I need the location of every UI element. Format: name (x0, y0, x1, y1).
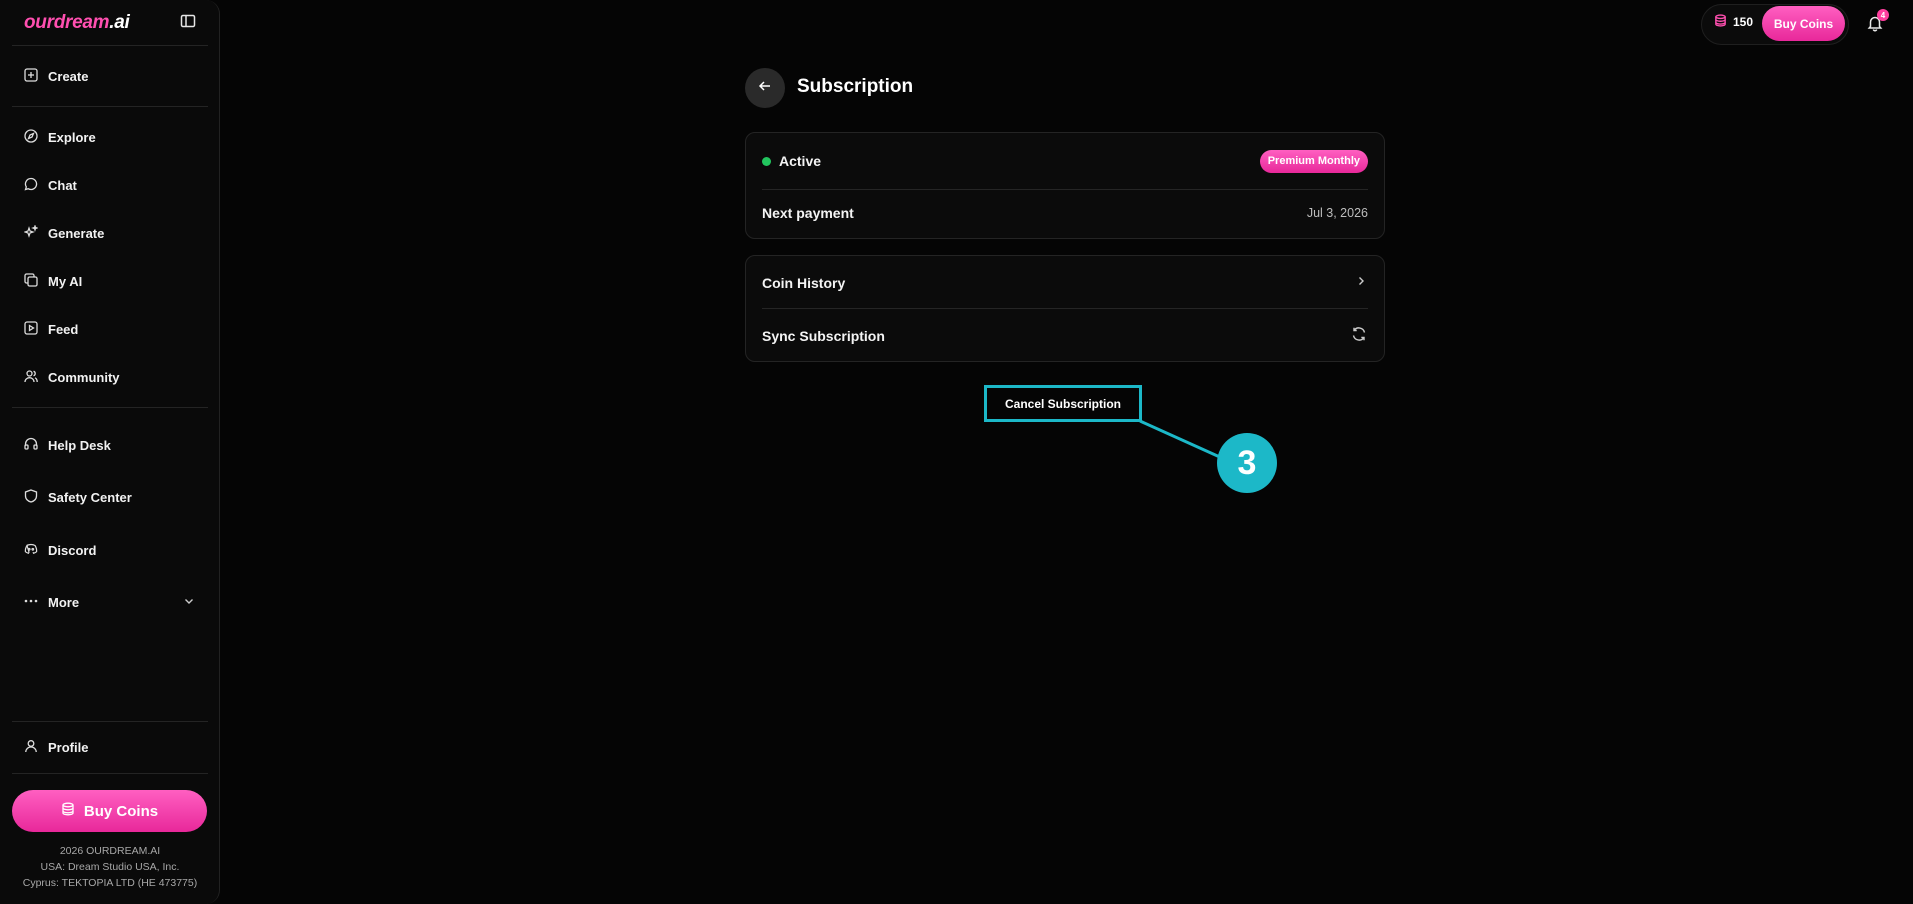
cancel-subscription-button[interactable]: Cancel Subscription (984, 385, 1142, 422)
sidebar-item-generate[interactable]: Generate (23, 223, 196, 243)
footer-line: USA: Dream Studio USA, Inc. (40, 861, 180, 873)
next-payment-row: Next payment Jul 3, 2026 (762, 203, 1368, 223)
status-label: Active (779, 153, 822, 169)
plan-badge: Premium Monthly (1259, 149, 1368, 173)
divider (12, 45, 208, 46)
coin-count: 150 (1733, 15, 1754, 29)
sidebar-item-label: Discord (48, 542, 97, 558)
back-button[interactable] (745, 68, 785, 108)
status: Active (762, 153, 821, 169)
sidebar-item-safety-center[interactable]: Safety Center (24, 487, 196, 507)
users-icon (24, 369, 38, 386)
copy-icon (24, 272, 38, 290)
sidebar-item-discord[interactable]: Discord (24, 540, 196, 560)
sidebar-item-create[interactable]: Create (24, 66, 196, 86)
sync-subscription-row[interactable]: Sync Subscription (762, 325, 1368, 347)
sidebar-item-label: Community (48, 369, 120, 385)
sparkles-icon (23, 223, 39, 242)
sidebar-item-label: Profile (48, 739, 89, 755)
sidebar-item-profile[interactable]: Profile (24, 737, 196, 757)
coins-stack-icon (61, 802, 75, 820)
sync-subscription-label: Sync Subscription (762, 328, 885, 344)
sidebar-item-label: Create (48, 68, 89, 84)
shield-icon (24, 488, 38, 506)
sidebar-item-label: Chat (48, 177, 77, 193)
sidebar-item-label: Generate (48, 225, 105, 241)
buy-coins-top-button[interactable]: Buy Coins (1762, 6, 1845, 41)
divider (762, 308, 1368, 309)
sidebar-item-feed[interactable]: Feed (24, 319, 196, 339)
divider (12, 106, 208, 107)
page-title: Subscription (797, 76, 914, 97)
buy-coins-label: Buy Coins (83, 802, 159, 820)
sidebar-item-chat[interactable]: Chat (24, 175, 196, 195)
divider (12, 407, 208, 408)
chevron-down-icon (182, 594, 196, 611)
divider (12, 773, 208, 774)
sidebar-item-my-ai[interactable]: My AI (24, 271, 196, 291)
subscription-actions-card: Coin History Sync Subscription (745, 255, 1385, 362)
refresh-icon (1350, 325, 1368, 348)
next-payment-date: Jul 3, 2026 (1306, 206, 1368, 220)
coin-balance: 150 (1714, 14, 1753, 30)
footer: 2026 OURDREAM.AI USA: Dream Studio USA, … (0, 843, 220, 891)
discord-icon (24, 542, 38, 559)
logo-row: ourdream.ai (24, 12, 196, 34)
sidebar-item-more[interactable]: More (24, 592, 196, 612)
footer-line: Cyprus: TEKTOPIA LTD (HE 473775) (22, 877, 198, 889)
sidebar-item-community[interactable]: Community (24, 367, 196, 387)
divider (762, 189, 1368, 190)
sidebar-item-label: My AI (48, 273, 83, 289)
sidebar-item-help-desk[interactable]: Help Desk (24, 435, 196, 455)
next-payment-label: Next payment (762, 205, 854, 221)
sidebar-item-label: Help Desk (48, 437, 111, 453)
step-number: 3 (1237, 443, 1257, 482)
chat-bubble-icon (24, 177, 38, 194)
chevron-right-icon (1354, 274, 1368, 293)
sidebar-item-label: Explore (48, 129, 96, 145)
compass-icon (24, 128, 38, 146)
notification-badge: 4 (1877, 9, 1889, 21)
buy-coins-button[interactable]: Buy Coins (12, 790, 207, 832)
status-dot (762, 156, 771, 166)
sidebar-item-label: Feed (48, 321, 79, 337)
headset-icon (24, 437, 38, 454)
coin-history-row[interactable]: Coin History (762, 272, 1368, 294)
arrow-left-icon (758, 79, 772, 98)
user-icon (24, 739, 38, 756)
play-square-icon (24, 320, 38, 338)
sidebar-toggle-icon[interactable] (180, 13, 196, 34)
plus-square-icon (24, 67, 38, 85)
sidebar-item-explore[interactable]: Explore (24, 127, 196, 147)
coins-stack-icon (1714, 14, 1727, 30)
sidebar: ourdream.ai Create Explore Chat Generate… (0, 0, 220, 904)
subscription-status-card: Active Premium Monthly Next payment Jul … (745, 132, 1385, 239)
divider (12, 721, 208, 722)
coin-history-label: Coin History (762, 275, 846, 291)
status-row: Active Premium Monthly (762, 149, 1368, 173)
dots-icon (24, 594, 38, 611)
footer-line: 2026 OURDREAM.AI (59, 845, 161, 857)
logo[interactable]: ourdream.ai (24, 12, 130, 34)
sidebar-item-label: More (48, 594, 80, 610)
sidebar-item-label: Safety Center (48, 489, 132, 505)
